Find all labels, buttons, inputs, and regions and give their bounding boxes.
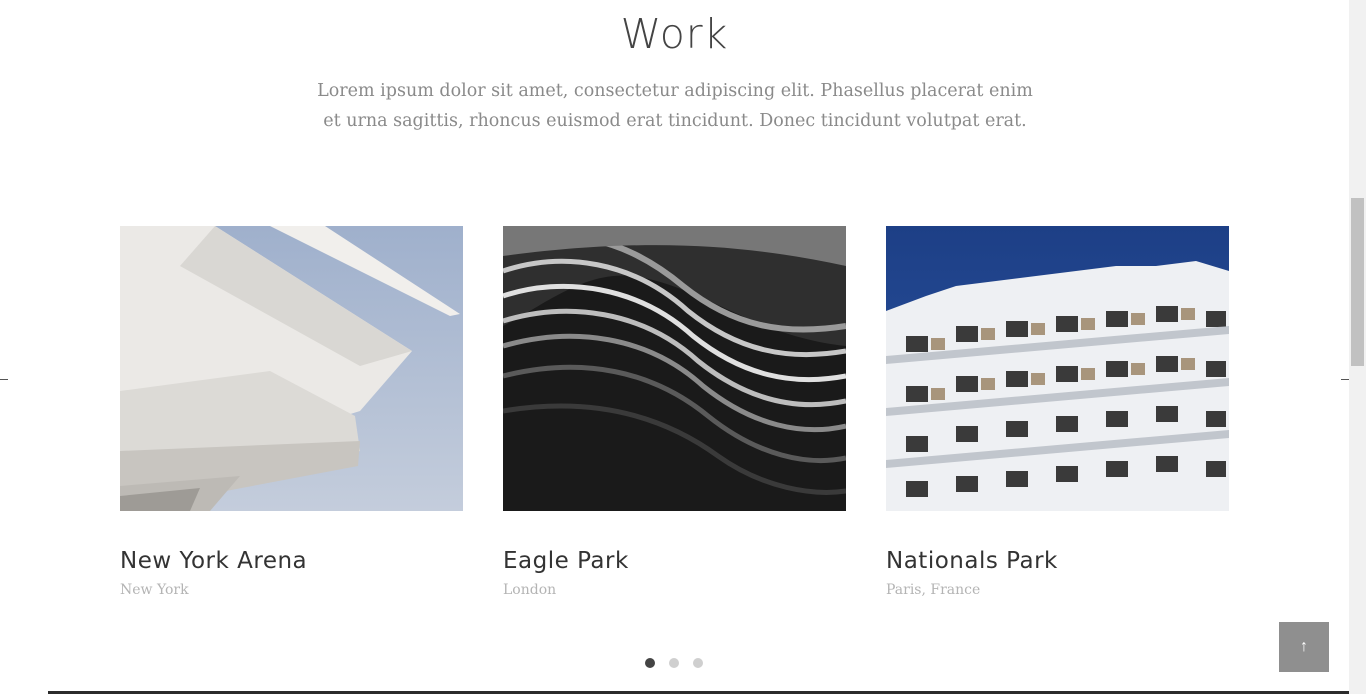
work-card-title[interactable]: Eagle Park (503, 548, 846, 574)
carousel-dot-1[interactable] (645, 658, 655, 668)
work-card-image[interactable] (120, 226, 463, 511)
arrow-up-icon: ↑ (1300, 638, 1308, 655)
page-scrollbar[interactable] (1349, 0, 1366, 694)
section-lead: Lorem ipsum dolor sit amet, consectetur … (317, 81, 1033, 131)
carousel-dot-2[interactable] (669, 658, 679, 668)
work-card-title[interactable]: New York Arena (120, 548, 463, 574)
carousel-next-indicator[interactable] (1341, 379, 1349, 380)
carousel-prev-indicator[interactable] (0, 379, 8, 380)
work-card-location: London (503, 582, 557, 598)
work-card-image[interactable] (503, 226, 846, 511)
work-card[interactable]: New York Arena New York (120, 226, 463, 598)
work-card-location: Paris, France (886, 582, 981, 598)
section-title: Work (620, 10, 729, 58)
work-card[interactable]: Eagle Park London (503, 226, 846, 598)
scrollbar-thumb[interactable] (1351, 198, 1364, 366)
back-to-top-button[interactable]: ↑ (1279, 622, 1329, 672)
carousel-dot-3[interactable] (693, 658, 703, 668)
work-card[interactable]: Nationals Park Paris, France (886, 226, 1229, 598)
work-section: Work Lorem ipsum dolor sit amet, consect… (0, 0, 1349, 694)
work-card-image[interactable] (886, 226, 1229, 511)
work-card-location: New York (120, 582, 189, 598)
work-card-title[interactable]: Nationals Park (886, 548, 1229, 574)
carousel-pagination (645, 658, 703, 668)
